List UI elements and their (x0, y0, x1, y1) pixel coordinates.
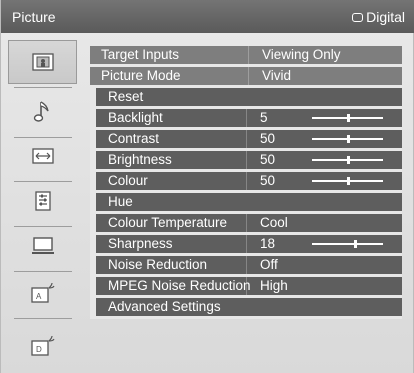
input-source-label: Digital (366, 9, 405, 25)
menu-row-brightness[interactable]: Brightness 50 (96, 151, 402, 169)
menu-row-mpeg-noise-reduction[interactable]: MPEG Noise Reduction High (96, 277, 402, 295)
digital-antenna-icon: D (30, 335, 55, 356)
page-title: Picture (12, 9, 56, 25)
menu-row-contrast[interactable]: Contrast 50 (96, 130, 402, 148)
row-label: Contrast (108, 131, 160, 146)
menu-row-sharpness[interactable]: Sharpness 18 (96, 235, 402, 253)
sidebar-item-sound[interactable] (8, 90, 77, 134)
sidebar-item-screen[interactable] (8, 134, 77, 178)
menu-row-noise-reduction[interactable]: Noise Reduction Off (96, 256, 402, 274)
list-settings-icon (34, 191, 51, 211)
slider-knob[interactable] (346, 177, 350, 185)
menu-row-target-inputs[interactable]: Target Inputs Viewing Only (90, 46, 402, 64)
row-value: Vivid (262, 68, 292, 83)
row-value: Viewing Only (262, 47, 341, 62)
header-bar: Picture Digital (1, 0, 414, 33)
row-label: Hue (108, 194, 133, 209)
row-label: Brightness (108, 152, 172, 167)
slider-knob[interactable] (346, 114, 350, 122)
row-label: MPEG Noise Reduction (108, 278, 251, 293)
slider-knob[interactable] (346, 135, 350, 143)
settings-panel: Target Inputs Viewing Only Picture Mode … (90, 43, 402, 319)
row-label: Backlight (108, 110, 163, 125)
brightness-slider[interactable] (312, 156, 383, 164)
sidebar-item-setup[interactable] (8, 179, 77, 223)
tv-menu-window: Picture Digital A D Target Inputs Viewin… (0, 0, 414, 373)
colour-slider[interactable] (312, 177, 383, 185)
slider-knob[interactable] (353, 240, 357, 248)
sidebar-item-digital-setup[interactable]: D (8, 324, 77, 368)
row-value: 18 (260, 236, 276, 251)
sidebar-divider (14, 318, 72, 319)
category-sidebar: A D (8, 40, 77, 360)
slider-knob[interactable] (346, 156, 350, 164)
input-source-indicator: Digital (352, 9, 405, 25)
menu-row-picture-mode[interactable]: Picture Mode Vivid (90, 67, 402, 85)
menu-row-hue[interactable]: Hue (96, 193, 402, 211)
row-label: Target Inputs (101, 47, 180, 62)
row-label: Picture Mode (101, 68, 181, 83)
sidebar-item-pc[interactable] (8, 224, 77, 268)
row-value: Off (260, 257, 278, 272)
backlight-slider[interactable] (312, 114, 383, 122)
row-value: 5 (260, 110, 268, 125)
menu-row-colour-temperature[interactable]: Colour Temperature Cool (96, 214, 402, 232)
row-label: Colour (108, 173, 148, 188)
source-icon (352, 12, 364, 22)
row-value: 50 (260, 152, 276, 167)
screen-resize-icon (31, 148, 54, 164)
row-label: Sharpness (108, 236, 173, 251)
laptop-icon (31, 237, 54, 254)
contrast-slider[interactable] (312, 135, 383, 143)
svg-text:D: D (36, 345, 42, 354)
row-value: 50 (260, 131, 276, 146)
sidebar-item-analogue-setup[interactable]: A (8, 271, 77, 315)
menu-row-reset[interactable]: Reset (96, 88, 402, 106)
row-value: 50 (260, 173, 276, 188)
sharpness-slider[interactable] (312, 240, 383, 248)
music-note-icon (33, 101, 49, 122)
svg-text:A: A (36, 292, 42, 301)
analogue-antenna-icon: A (30, 282, 55, 303)
picture-icon (31, 53, 54, 71)
menu-row-backlight[interactable]: Backlight 5 (96, 109, 402, 127)
row-label: Advanced Settings (108, 299, 221, 314)
row-value: High (260, 278, 288, 293)
row-value: Cool (260, 215, 288, 230)
row-label: Colour Temperature (108, 215, 228, 230)
menu-row-colour[interactable]: Colour 50 (96, 172, 402, 190)
sidebar-item-picture[interactable] (8, 40, 77, 84)
row-label: Noise Reduction (108, 257, 208, 272)
menu-row-advanced-settings[interactable]: Advanced Settings (96, 298, 402, 316)
sidebar-divider (14, 87, 72, 88)
row-label: Reset (108, 89, 144, 104)
